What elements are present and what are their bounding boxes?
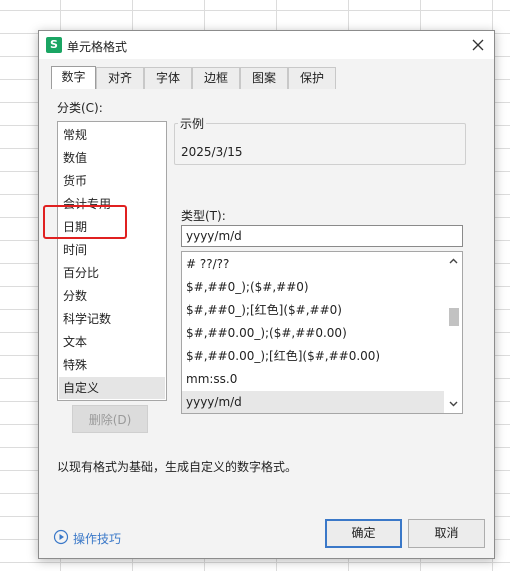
tab-protection[interactable]: 保护 [288, 67, 336, 89]
ok-button[interactable]: 确定 [325, 519, 402, 548]
category-item[interactable]: 分数 [59, 285, 165, 307]
format-list-scrollbar[interactable] [445, 252, 462, 413]
scrollbar-thumb[interactable] [449, 308, 459, 326]
format-item[interactable]: # ??/?? [182, 253, 444, 276]
number-tab-panel: 分类(C): 常规 数值 货币 会计专用 日期 时间 百分比 分数 科学记数 文… [43, 89, 484, 519]
tab-number[interactable]: 数字 [51, 66, 96, 90]
dialog-titlebar: S 单元格格式 [39, 31, 494, 59]
category-item[interactable]: 常规 [59, 124, 165, 146]
tab-pattern[interactable]: 图案 [240, 67, 288, 89]
chevron-down-icon[interactable] [448, 398, 459, 409]
category-item[interactable]: 特殊 [59, 354, 165, 376]
example-legend: 示例 [178, 115, 207, 132]
dialog-title: 单元格格式 [67, 40, 128, 54]
tab-border[interactable]: 边框 [192, 67, 240, 89]
category-list[interactable]: 常规 数值 货币 会计专用 日期 时间 百分比 分数 科学记数 文本 特殊 自定… [57, 121, 167, 401]
description-text: 以现有格式为基础，生成自定义的数字格式。 [57, 460, 298, 474]
category-item-custom[interactable]: 自定义 [59, 377, 165, 399]
type-input[interactable]: yyyy/m/d [181, 225, 463, 247]
tab-alignment[interactable]: 对齐 [96, 67, 144, 89]
category-item[interactable]: 文本 [59, 331, 165, 353]
tips-label[interactable]: 操作技巧 [73, 530, 121, 547]
format-cells-dialog: S 单元格格式 数字 对齐 字体 边框 图案 保护 分类(C): 常规 数值 货… [38, 30, 495, 559]
date-highlight-box [43, 205, 127, 239]
category-item[interactable]: 时间 [59, 239, 165, 261]
category-item[interactable]: 科学记数 [59, 308, 165, 330]
category-item[interactable]: 百分比 [59, 262, 165, 284]
format-item[interactable]: $#,##0.00_);[红色]($#,##0.00) [182, 345, 444, 368]
category-item[interactable]: 数值 [59, 147, 165, 169]
app-icon: S [46, 37, 62, 53]
delete-button[interactable]: 删除(D) [72, 405, 148, 433]
category-label: 分类(C): [57, 101, 103, 115]
format-list[interactable]: # ??/?? $#,##0_);($#,##0) $#,##0_);[红色](… [181, 251, 463, 414]
chevron-up-icon[interactable] [448, 256, 459, 267]
format-item[interactable]: $#,##0_);($#,##0) [182, 276, 444, 299]
format-item-selected[interactable]: yyyy/m/d [182, 391, 444, 413]
tab-font[interactable]: 字体 [144, 67, 192, 89]
type-label: 类型(T): [181, 209, 226, 223]
play-circle-icon [53, 529, 69, 545]
format-item[interactable]: mm:ss.0 [182, 368, 444, 391]
close-icon[interactable] [468, 35, 488, 55]
cancel-button[interactable]: 取消 [408, 519, 485, 548]
format-item[interactable]: $#,##0.00_);($#,##0.00) [182, 322, 444, 345]
format-item[interactable]: $#,##0_);[红色]($#,##0) [182, 299, 444, 322]
example-value: 2025/3/15 [181, 145, 243, 159]
category-item[interactable]: 货币 [59, 170, 165, 192]
